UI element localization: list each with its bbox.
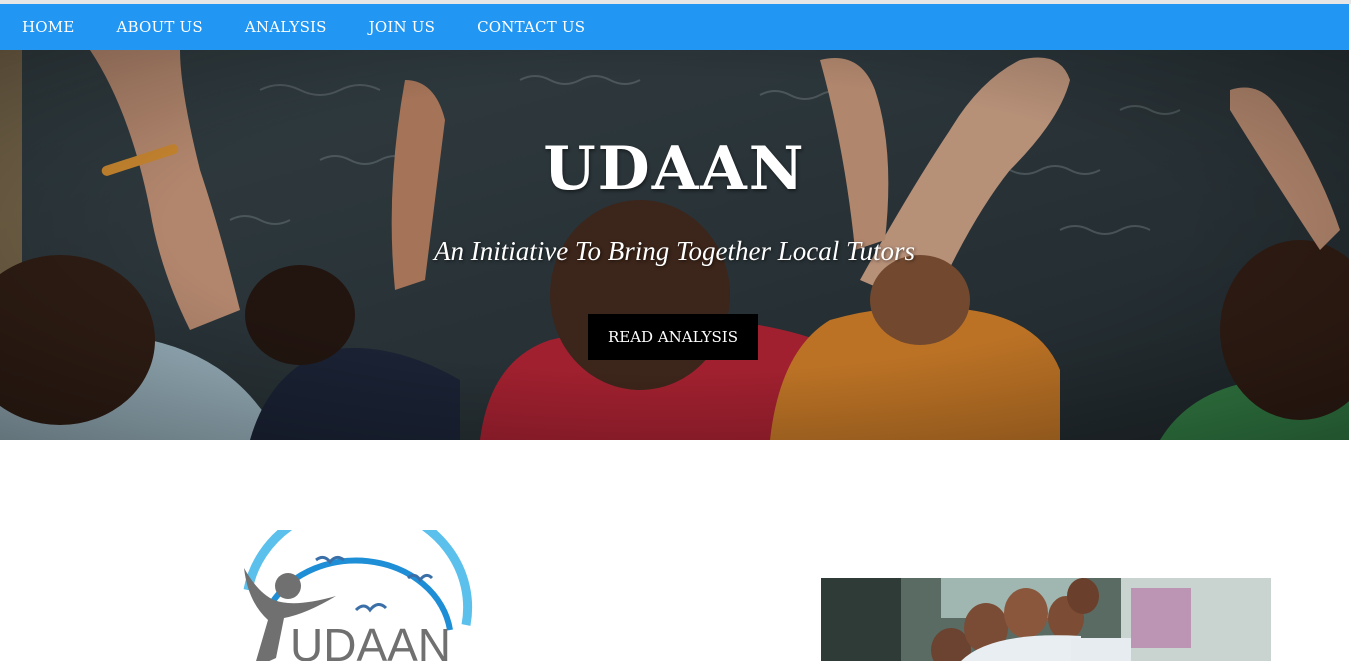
main-navbar: HOME ABOUT US ANALYSIS JOIN US CONTACT U… — [0, 4, 1349, 50]
nav-home-link[interactable]: HOME — [0, 4, 96, 50]
nav-join-us-link[interactable]: JOIN US — [348, 4, 456, 50]
nav-analysis-link[interactable]: ANALYSIS — [224, 4, 348, 50]
udaan-logo: UDAAN — [238, 500, 478, 665]
hero-banner: UDAAN An Initiative To Bring Together Lo… — [0, 50, 1349, 440]
nav-contact-us-link[interactable]: CONTACT US — [456, 4, 606, 50]
hero-subtitle: An Initiative To Bring Together Local Tu… — [433, 236, 916, 266]
logo-text: UDAAN — [290, 619, 451, 661]
students-photo — [821, 578, 1271, 661]
hero-title: UDAAN — [543, 134, 806, 204]
nav-about-us-link[interactable]: ABOUT US — [96, 4, 224, 50]
read-analysis-button[interactable]: READ ANALYSIS — [588, 314, 758, 360]
